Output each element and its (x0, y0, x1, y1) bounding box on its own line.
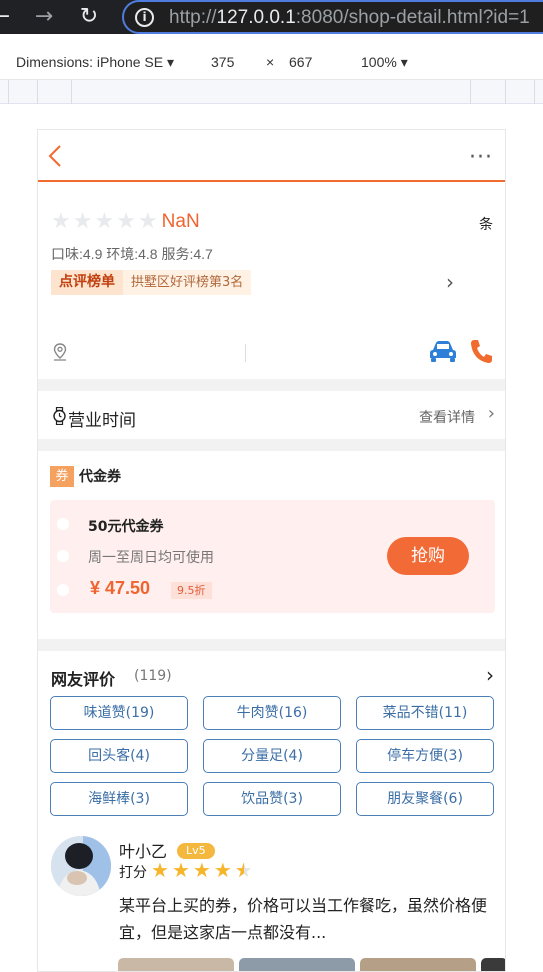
rank-banner[interactable]: 点评榜单 拱墅区好评榜第3名 (51, 270, 252, 295)
hours-label: 营业时间 (68, 411, 136, 431)
media-query-ruler (0, 80, 543, 104)
review-tag[interactable]: 回头客(4) (50, 739, 188, 773)
voucher-title-text: 代金券 (79, 469, 121, 485)
forward-arrow-icon[interactable]: → (29, 2, 59, 32)
page-header: ··· (38, 130, 505, 182)
voucher-discount-badge: 9.5折 (171, 582, 212, 599)
star-icon: ★ (192, 858, 211, 882)
shop-score: NaN (161, 211, 200, 232)
address-row (51, 337, 496, 367)
review-tag[interactable]: 海鲜棒(3) (50, 782, 188, 816)
rank-text: 拱墅区好评榜第3名 (123, 270, 252, 295)
star-icon: ★ (151, 858, 169, 882)
rank-badge: 点评榜单 (51, 270, 123, 295)
score-label: 打分 (119, 865, 147, 881)
star-icon: ★ (137, 209, 158, 234)
reviews-title: 网友评价 (51, 670, 116, 689)
chevron-right-icon[interactable]: › (488, 403, 495, 424)
url-host: 127.0.0.1 (216, 7, 296, 28)
avatar[interactable] (51, 836, 111, 896)
star-icon: ★ (94, 209, 115, 234)
voucher-section-title: 券 代金券 (50, 465, 121, 487)
star-icon: ★ (72, 209, 93, 234)
ruler-tick (71, 80, 72, 104)
phone-call-icon[interactable] (469, 338, 493, 364)
address-bar[interactable]: i http://127.0.0.1:8080/shop-detail.html… (122, 0, 543, 34)
star-icon: ★ (51, 209, 71, 234)
watch-icon (53, 407, 66, 425)
review-tag[interactable]: 味道赞(19) (50, 696, 188, 730)
sub-scores: 口味:4.9 环境:4.8 服务:4.7 (51, 246, 213, 262)
reviews-count: (119) (134, 668, 172, 684)
section-gap (38, 439, 505, 451)
chevron-right-icon[interactable]: › (446, 270, 454, 294)
site-info-icon[interactable]: i (135, 8, 154, 27)
review-item[interactable]: 叶小乙 Lv5 打分 ★ ★ ★ ★ ★ 某平台上买的券，价格可以当工作餐吃，虽… (51, 836, 495, 971)
url-prefix: http:// (169, 7, 217, 28)
ruler-tick (534, 80, 535, 104)
shop-rating-section: ★ ★ ★ ★ ★ NaN 条 口味:4.9 环境:4.8 服务:4.7 点评榜… (51, 210, 496, 380)
star-icon: ★ (116, 209, 136, 234)
browser-toolbar: ← → ↻ i http://127.0.0.1:8080/shop-detai… (0, 0, 543, 34)
review-photo[interactable] (239, 958, 355, 971)
voucher-card[interactable]: 50元代金券 周一至周日均可使用 ¥ 47.50 9.5折 抢购 (50, 500, 495, 613)
voucher-notch (57, 518, 69, 530)
device-width-input[interactable]: 375 (211, 54, 234, 70)
divider (245, 344, 246, 362)
half-star-icon: ★ (234, 858, 253, 882)
url-text[interactable]: http://127.0.0.1:8080/shop-detail.html?i… (169, 7, 530, 29)
dimension-separator: × (266, 54, 275, 70)
reviews-header[interactable]: 网友评价 (119) › (51, 663, 494, 689)
voucher-tag: 券 (50, 465, 74, 487)
back-arrow-icon[interactable]: ← (0, 2, 16, 32)
voucher-name: 50元代金券 (88, 519, 164, 535)
device-dimensions-select[interactable]: Dimensions: iPhone SE ▾ (16, 54, 174, 71)
back-chevron-icon[interactable] (45, 143, 69, 169)
chevron-right-icon[interactable]: › (486, 663, 494, 687)
ruler-tick (8, 80, 9, 104)
review-count-unit: 条 (479, 217, 493, 233)
buy-button[interactable]: 抢购 (387, 537, 469, 575)
review-photos (118, 958, 505, 971)
review-tag[interactable]: 菜品不错(11) (356, 696, 494, 730)
review-tag[interactable]: 分量足(4) (203, 739, 341, 773)
shop-stars: ★ ★ ★ ★ ★ NaN (51, 210, 200, 234)
ruler-tick (470, 80, 471, 104)
device-height-input[interactable]: 667 (289, 54, 312, 70)
section-gap (38, 379, 505, 391)
reload-icon[interactable]: ↻ (74, 2, 104, 32)
star-icon: ★ (213, 858, 232, 882)
review-stars: ★ ★ ★ ★ ★ (151, 859, 256, 881)
device-toolbar: Dimensions: iPhone SE ▾ 375 × 667 100% ▾ (0, 34, 543, 80)
review-tag[interactable]: 饮品赞(3) (203, 782, 341, 816)
zoom-select[interactable]: 100% ▾ (361, 54, 408, 71)
review-photo[interactable] (118, 958, 234, 971)
car-icon[interactable] (428, 339, 458, 363)
voucher-price: ¥ 47.50 (90, 578, 151, 598)
voucher-description: 周一至周日均可使用 (88, 550, 214, 566)
level-badge: Lv5 (177, 843, 215, 859)
shop-detail-page: ··· ★ ★ ★ ★ ★ NaN 条 口味:4.9 环境:4.8 服务:4.7… (37, 129, 506, 972)
ruler-tick (37, 80, 38, 104)
voucher-notch (57, 584, 69, 596)
voucher-notch (57, 550, 69, 562)
review-text: 某平台上买的券，价格可以当工作餐吃，虽然价格便宜，但是这家店一点都没有... (119, 896, 488, 942)
review-tag[interactable]: 停车方便(3) (356, 739, 494, 773)
ruler-tick (505, 80, 506, 104)
review-tag[interactable]: 牛肉赞(16) (203, 696, 341, 730)
location-pin-icon[interactable] (52, 343, 68, 361)
hours-detail-link[interactable]: 查看详情 (419, 407, 475, 427)
url-rest: :8080/shop-detail.html?id=1 (295, 7, 530, 28)
star-icon: ★ (171, 858, 190, 882)
more-icon[interactable]: ··· (469, 147, 493, 169)
review-photo[interactable] (481, 958, 505, 971)
business-hours-row[interactable]: 营业时间 查看详情 › (38, 391, 505, 441)
review-photo[interactable] (360, 958, 476, 971)
review-tag[interactable]: 朋友聚餐(6) (356, 782, 494, 816)
section-gap (38, 639, 505, 651)
